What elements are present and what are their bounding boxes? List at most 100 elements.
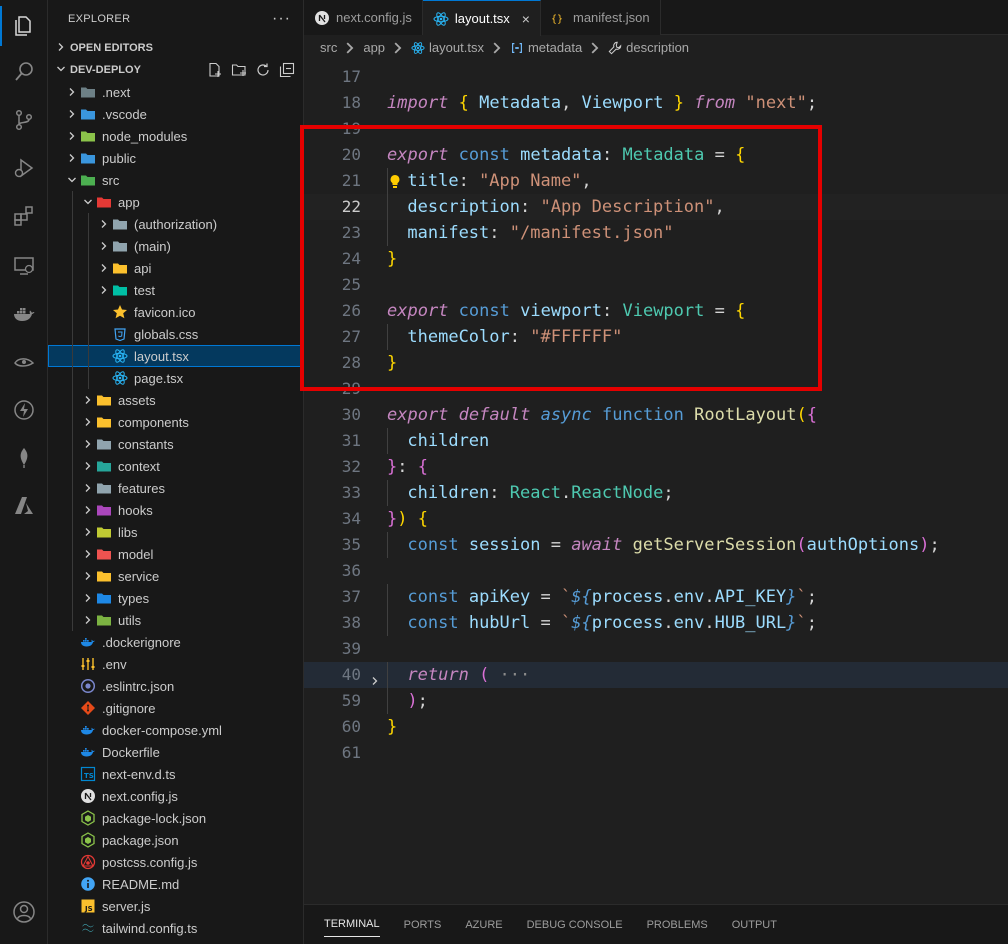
tree-file[interactable]: page.tsx [48, 367, 303, 389]
code-token: const [407, 613, 459, 633]
azure-icon[interactable] [0, 484, 48, 528]
source-control-icon[interactable] [0, 98, 48, 142]
tree-file[interactable]: tailwind.config.ts [48, 917, 303, 939]
tree-folder[interactable]: .vscode [48, 103, 303, 125]
extensions-icon[interactable] [0, 194, 48, 238]
chevron-right-icon [80, 480, 96, 496]
indent-guide [72, 433, 73, 455]
new-file-icon[interactable] [207, 62, 223, 81]
account-icon[interactable] [0, 890, 48, 934]
svg-text:JS: JS [84, 905, 93, 913]
panel-tab[interactable]: TERMINAL [324, 912, 380, 937]
panel-tab[interactable]: DEBUG CONSOLE [527, 913, 623, 937]
indent-guide [387, 480, 388, 506]
code-token: from [694, 93, 736, 113]
panel-tab[interactable]: PORTS [404, 913, 442, 937]
tree-file[interactable]: favicon.ico [48, 301, 303, 323]
vscode-folder-icon [80, 106, 96, 122]
indent-guide [72, 477, 73, 499]
breadcrumb-item[interactable]: layout.tsx [429, 40, 484, 55]
more-actions-icon[interactable]: ··· [272, 10, 291, 28]
breadcrumb-item[interactable]: src [320, 40, 337, 55]
code-token: ReactNode [571, 483, 664, 503]
tree-folder[interactable]: features [48, 477, 303, 499]
tree-folder[interactable]: test [48, 279, 303, 301]
tree-folder[interactable]: hooks [48, 499, 303, 521]
activity-bar [0, 0, 48, 944]
tree-folder[interactable]: constants [48, 433, 303, 455]
tree-file[interactable]: Dockerfile [48, 741, 303, 763]
tree-item-label: app [118, 194, 140, 210]
code-text: }: { [387, 454, 428, 480]
tree-file[interactable]: .dockerignore [48, 631, 303, 653]
search-icon[interactable] [0, 50, 48, 94]
breadcrumb-item[interactable]: description [626, 40, 689, 55]
tree-folder[interactable]: service [48, 565, 303, 587]
ai-assistant-icon[interactable] [0, 340, 48, 384]
tree-folder[interactable]: app [48, 191, 303, 213]
tree-item-label: test [134, 282, 155, 298]
tree-file[interactable]: next.config.js [48, 785, 303, 807]
tree-folder[interactable]: src [48, 169, 303, 191]
tree-folder[interactable]: model [48, 543, 303, 565]
code-token: import [387, 93, 449, 113]
tree-folder[interactable]: context [48, 455, 303, 477]
libs-folder-icon [96, 524, 112, 540]
tree-folder[interactable]: api [48, 257, 303, 279]
tree-file[interactable]: layout.tsx [48, 345, 303, 367]
tree-folder[interactable]: node_modules [48, 125, 303, 147]
tree-file[interactable]: package.json [48, 829, 303, 851]
tree-file[interactable]: docker-compose.yml [48, 719, 303, 741]
panel-tabs: TERMINAL PORTS AZURE DEBUG CONSOLE PROBLEMS O… [304, 904, 1008, 944]
chevron-right-icon [490, 39, 504, 55]
tree-folder[interactable]: public [48, 147, 303, 169]
remote-explorer-icon[interactable] [0, 244, 48, 288]
tree-folder[interactable]: assets [48, 389, 303, 411]
editor-tab[interactable]: next.config.js [304, 0, 423, 35]
js-icon: JS [80, 898, 96, 914]
code-line: 36 [304, 558, 1008, 584]
tree-file[interactable]: TS next-env.d.ts [48, 763, 303, 785]
tree-folder[interactable]: (authorization) [48, 213, 303, 235]
run-debug-icon[interactable] [0, 146, 48, 190]
editor-tab[interactable]: layout.tsx × [422, 0, 541, 36]
panel-tab[interactable]: PROBLEMS [647, 913, 708, 937]
new-folder-icon[interactable] [231, 62, 247, 81]
tree-file[interactable]: README.md [48, 873, 303, 895]
breadcrumb-item[interactable]: metadata [528, 40, 582, 55]
panel-tab[interactable]: AZURE [465, 913, 502, 937]
editor-tab[interactable]: {} manifest.json [540, 0, 661, 35]
line-number: 32 [341, 457, 361, 476]
lightning-icon[interactable] [0, 388, 48, 432]
tree-file[interactable]: postcss.config.js [48, 851, 303, 873]
panel-tab[interactable]: OUTPUT [732, 913, 777, 937]
tree-file[interactable]: .eslintrc.json [48, 675, 303, 697]
explorer-icon[interactable] [0, 4, 48, 48]
open-editors-section[interactable]: OPEN EDITORS [48, 37, 303, 59]
tree-file[interactable]: globals.css [48, 323, 303, 345]
tree-folder[interactable]: types [48, 587, 303, 609]
code-text: export default async function RootLayout… [387, 402, 817, 428]
collapse-all-icon[interactable] [279, 62, 295, 81]
tree-file[interactable]: package-lock.json [48, 807, 303, 829]
mongodb-leaf-icon[interactable] [0, 436, 48, 480]
tree-folder[interactable]: libs [48, 521, 303, 543]
refresh-icon[interactable] [255, 62, 271, 81]
workspace-section[interactable]: DEV-DEPLOY [48, 59, 303, 81]
breadcrumb-item[interactable]: app [363, 40, 385, 55]
tree-file[interactable]: .gitignore [48, 697, 303, 719]
tree-folder[interactable]: components [48, 411, 303, 433]
tree-folder[interactable]: utils [48, 609, 303, 631]
close-icon[interactable]: × [522, 11, 530, 27]
chevron-down-icon [54, 64, 68, 77]
tree-file[interactable]: JS server.js [48, 895, 303, 917]
folder-icon [112, 238, 128, 254]
tree-folder[interactable]: (main) [48, 235, 303, 257]
tree-file[interactable]: .env [48, 653, 303, 675]
tree-folder[interactable]: .next [48, 81, 303, 103]
docker-icon[interactable] [0, 292, 48, 336]
